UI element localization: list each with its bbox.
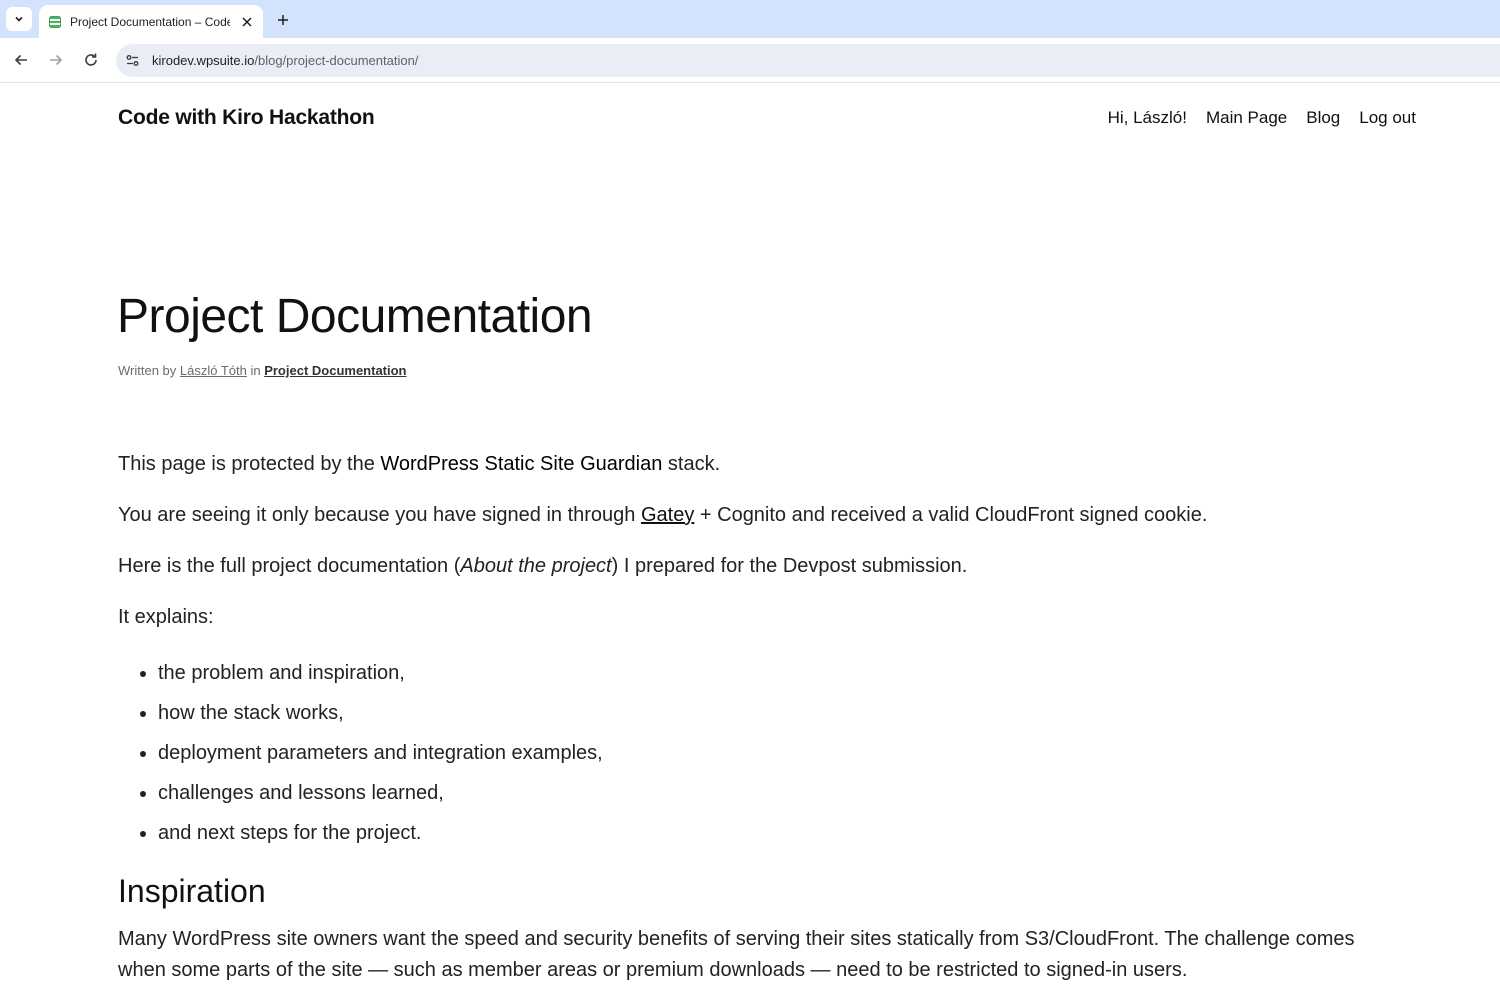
- nav-main-page[interactable]: Main Page: [1206, 108, 1287, 128]
- site-title[interactable]: Code with Kiro Hackathon: [118, 106, 375, 130]
- about-project-emphasis: About the project: [460, 555, 612, 577]
- meta-written-by: Written by: [118, 363, 180, 378]
- reload-icon: [85, 53, 97, 66]
- browser-tab-strip: Project Documentation – Code: [0, 0, 1500, 38]
- back-button[interactable]: [10, 49, 32, 71]
- text: This page is protected by the: [118, 453, 381, 475]
- paragraph-signed-in: You are seeing it only because you have …: [118, 500, 1398, 530]
- url-text: kirodev.wpsuite.io/blog/project-document…: [152, 53, 418, 68]
- post-title: Project Documentation: [117, 290, 593, 343]
- forward-button[interactable]: [45, 49, 67, 71]
- stack-name: WordPress Static Site Guardian: [380, 453, 663, 475]
- web-page: Code with Kiro Hackathon Hi, László! Mai…: [0, 84, 1500, 1000]
- browser-tab-active[interactable]: Project Documentation – Code: [39, 5, 263, 38]
- paragraph-explains: It explains:: [118, 606, 214, 628]
- list-item: and next steps for the project.: [158, 818, 1398, 848]
- list-item: deployment parameters and integration ex…: [158, 738, 1398, 768]
- post-meta: Written by László Tóth in Project Docume…: [118, 363, 407, 378]
- meta-in: in: [246, 363, 265, 378]
- author-link[interactable]: László Tóth: [180, 363, 247, 378]
- list-item: how the stack works,: [158, 698, 1398, 728]
- url-path: /blog/project-documentation/: [254, 53, 419, 68]
- paragraph-documentation: Here is the full project documentation (…: [118, 551, 1398, 581]
- text: stack.: [662, 453, 721, 475]
- nav-log-out[interactable]: Log out: [1359, 108, 1416, 128]
- paragraph-protected: This page is protected by the WordPress …: [118, 449, 1398, 479]
- url-host: kirodev.wpsuite.io: [152, 53, 255, 68]
- arrow-left-icon: [14, 54, 27, 66]
- chevron-down-icon: [15, 16, 23, 22]
- post-content: This page is protected by the WordPress …: [118, 449, 1398, 1000]
- close-tab-icon[interactable]: [239, 14, 255, 30]
- site-favicon-icon: [47, 14, 63, 30]
- paragraph-inspiration: Many WordPress site owners want the spee…: [118, 928, 1355, 981]
- site-info-icon[interactable]: [124, 52, 141, 69]
- arrow-right-icon: [50, 54, 63, 66]
- nav-greeting[interactable]: Hi, László!: [1108, 108, 1187, 128]
- browser-toolbar: kirodev.wpsuite.io/blog/project-document…: [0, 38, 1500, 83]
- plus-icon: [278, 15, 288, 25]
- tab-search-button[interactable]: [6, 7, 32, 31]
- address-bar[interactable]: kirodev.wpsuite.io/blog/project-document…: [116, 44, 1500, 77]
- text: You are seeing it only because you have …: [118, 504, 641, 526]
- text: Here is the full project documentation (: [118, 555, 461, 577]
- explains-list: the problem and inspiration, how the sta…: [158, 658, 1398, 848]
- new-tab-button[interactable]: [272, 9, 294, 31]
- reload-button[interactable]: [80, 49, 102, 71]
- text: + Cognito and received a valid CloudFron…: [694, 504, 1208, 526]
- category-link[interactable]: Project Documentation: [264, 363, 406, 378]
- gatey-link[interactable]: Gatey: [641, 504, 694, 526]
- list-item: the problem and inspiration,: [158, 658, 1398, 688]
- site-navigation: Hi, László! Main Page Blog Log out: [1108, 108, 1416, 128]
- text: ) I prepared for the Devpost submission.: [611, 555, 968, 577]
- nav-blog[interactable]: Blog: [1306, 108, 1340, 128]
- list-item: challenges and lessons learned,: [158, 778, 1398, 808]
- tab-title: Project Documentation – Code: [70, 14, 230, 29]
- heading-inspiration: Inspiration: [118, 873, 266, 909]
